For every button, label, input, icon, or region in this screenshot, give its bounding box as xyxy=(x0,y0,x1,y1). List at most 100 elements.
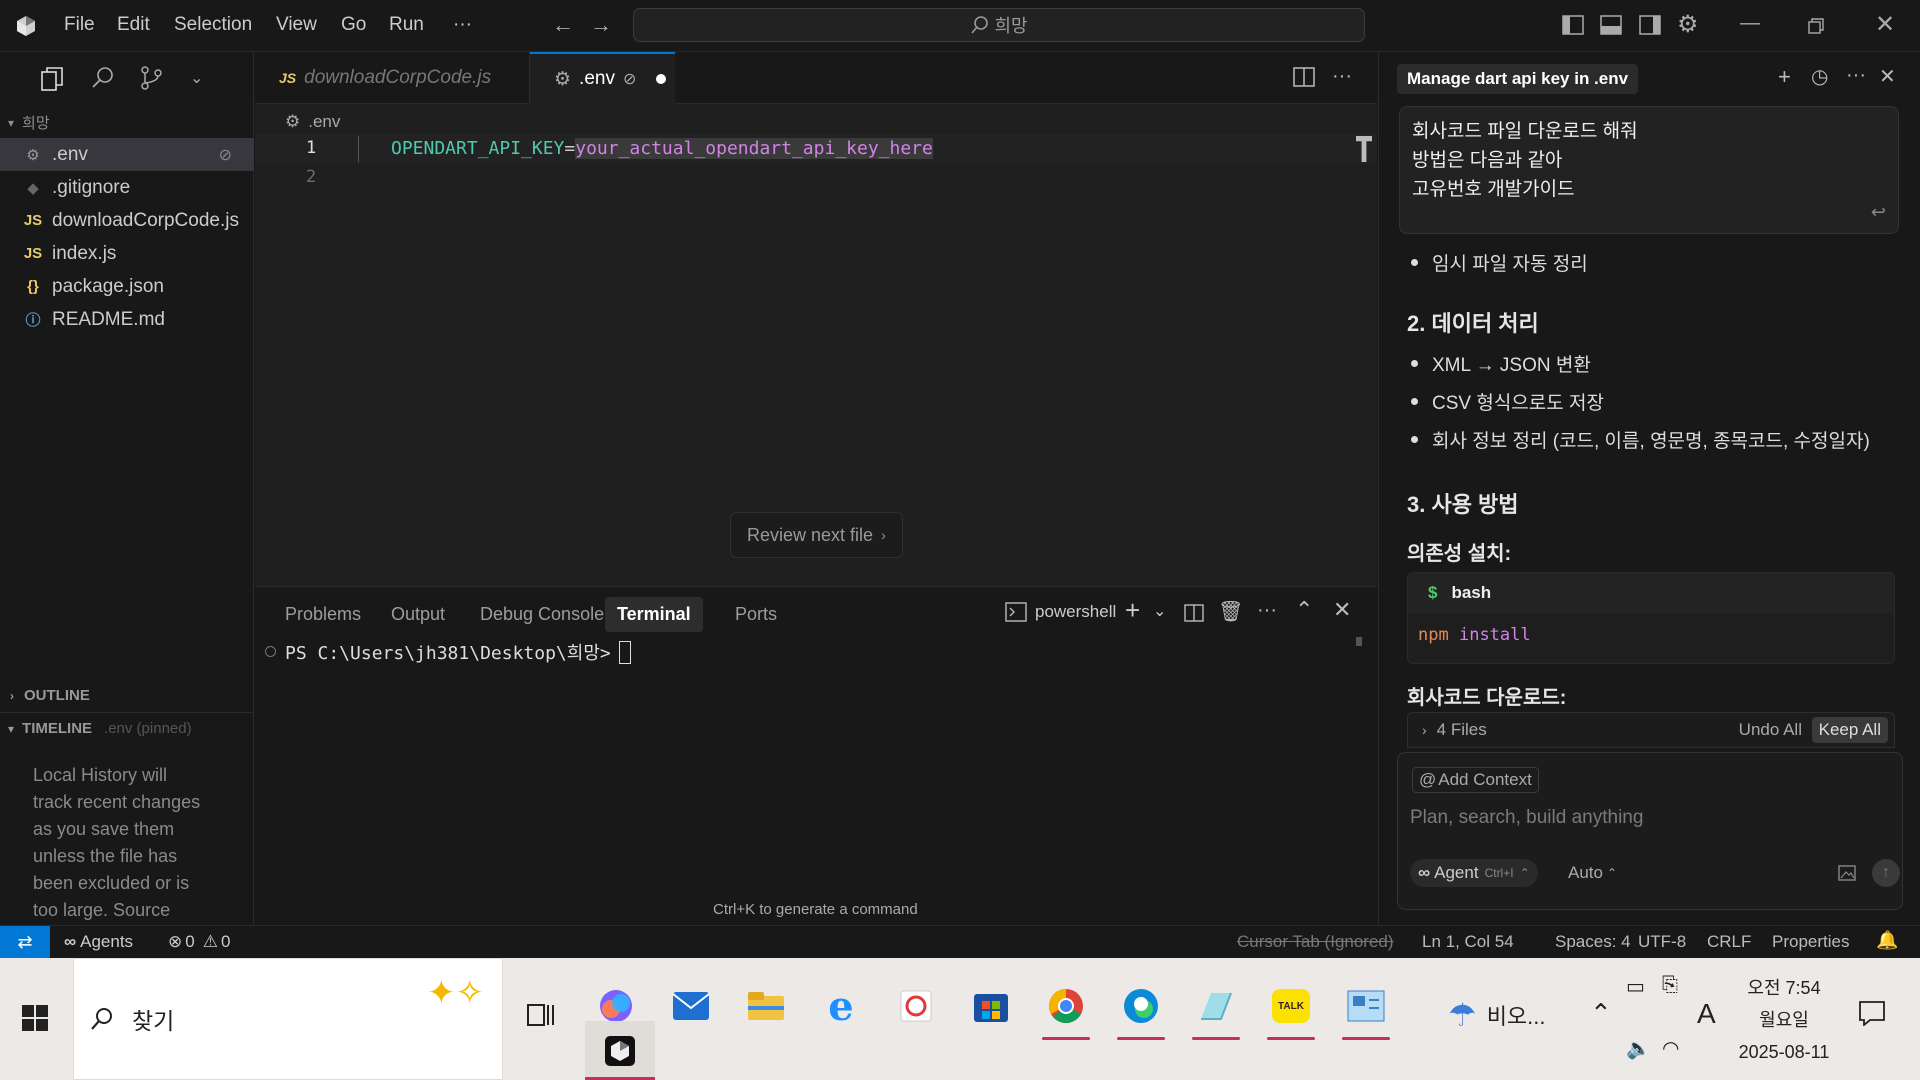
windows-start-icon[interactable] xyxy=(22,1005,48,1031)
search-view-icon[interactable] xyxy=(91,66,115,90)
cursor-position[interactable]: Ln 1, Col 54 xyxy=(1422,932,1514,952)
source-control-icon[interactable] xyxy=(139,65,163,91)
device-icon[interactable]: ⎘ xyxy=(1662,974,1678,997)
tab-ports[interactable]: Ports xyxy=(735,604,777,625)
tab-env[interactable]: ⚙ .env ⊘ xyxy=(530,52,675,104)
split-terminal-icon[interactable] xyxy=(1184,604,1204,622)
nav-forward-icon[interactable]: → xyxy=(590,12,612,38)
cursor-tab-status[interactable]: Cursor Tab (Ignored) xyxy=(1237,932,1394,952)
outline-section[interactable]: › OUTLINE xyxy=(10,687,90,704)
agents-status[interactable]: ∞ Agents xyxy=(64,932,133,952)
history-icon[interactable]: ◷ xyxy=(1811,64,1828,89)
toggle-sidebar-icon[interactable] xyxy=(1562,15,1584,35)
weather-widget[interactable]: ☂ 비오... xyxy=(1448,996,1546,1034)
restore-icon[interactable] xyxy=(1808,18,1824,34)
more-actions-icon[interactable]: ··· xyxy=(1257,599,1277,622)
terminal-scrollbar[interactable] xyxy=(1356,637,1362,646)
model-selector[interactable]: Auto ⌃ xyxy=(1568,863,1617,883)
chevron-down-icon[interactable]: ⌄ xyxy=(1153,601,1166,621)
internet-explorer-icon[interactable]: e xyxy=(809,974,873,1038)
new-chat-icon[interactable]: + xyxy=(1778,64,1791,90)
command-search[interactable]: 희망 xyxy=(633,8,1365,42)
cursor-app-icon[interactable] xyxy=(585,1021,655,1080)
terminal-prompt[interactable]: PS C:\Users\jh381\Desktop\희망> xyxy=(285,639,631,665)
ms-store-icon[interactable] xyxy=(959,974,1023,1038)
settings-gear-icon[interactable]: ⚙ xyxy=(1677,10,1699,39)
code-line-1[interactable]: OPENDART_API_KEY = your_actual_opendart_ap… xyxy=(391,138,933,159)
breadcrumb[interactable]: ⚙ .env xyxy=(285,112,340,132)
agent-mode-selector[interactable]: ∞ Agent Ctrl+I ⌃ xyxy=(1410,859,1538,887)
notification-icon[interactable] xyxy=(1858,1000,1886,1026)
indentation-status[interactable]: Spaces: 4 xyxy=(1555,932,1631,952)
add-context-button[interactable]: @ Add Context xyxy=(1412,767,1539,793)
notepad-app-icon[interactable] xyxy=(1184,974,1248,1040)
unsaved-dot-icon[interactable] xyxy=(656,74,667,84)
chrome-app-icon[interactable] xyxy=(1034,974,1098,1040)
chevron-down-icon[interactable]: ⌄ xyxy=(190,68,203,88)
trash-icon[interactable]: 🗑 xyxy=(1218,599,1243,624)
menu-selection[interactable]: Selection xyxy=(174,14,252,36)
user-message[interactable]: 회사코드 파일 다운로드 해줘 방법은 다음과 같아 고유번호 개발가이드 ↩ xyxy=(1399,106,1899,234)
close-panel-icon[interactable]: ✕ xyxy=(1333,597,1351,623)
bell-icon[interactable]: 🔔 xyxy=(1876,930,1898,951)
wifi-icon[interactable]: ◠ xyxy=(1662,1036,1679,1061)
close-chat-icon[interactable]: ✕ xyxy=(1879,64,1896,89)
tab-terminal[interactable]: Terminal xyxy=(605,597,703,632)
file-index[interactable]: JS index.js xyxy=(0,237,254,270)
maximize-panel-icon[interactable]: ⌃ xyxy=(1295,597,1313,623)
menu-run[interactable]: Run xyxy=(389,14,424,36)
file-readme[interactable]: ⓘ README.md xyxy=(0,303,254,336)
language-status[interactable]: Properties xyxy=(1772,932,1849,952)
send-button[interactable]: ↑ xyxy=(1872,859,1900,887)
code-block[interactable]: $ bash npm install xyxy=(1407,572,1895,664)
clock[interactable]: 오전 7:54 월요일 2025-08-11 xyxy=(1736,972,1832,1068)
nav-back-icon[interactable]: ← xyxy=(552,12,574,38)
keep-all-button[interactable]: Keep All xyxy=(1811,717,1888,743)
tab-downloadcorpcode[interactable]: JS downloadCorpCode.js xyxy=(255,52,530,104)
new-terminal-icon[interactable]: + xyxy=(1125,595,1140,626)
ime-indicator[interactable]: A xyxy=(1697,998,1716,1030)
code-editor[interactable]: ⚙ .env 1 2 OPENDART_API_KEY = your_actual_… xyxy=(255,104,1377,586)
undo-all-button[interactable]: Undo All xyxy=(1739,720,1802,740)
toggle-secondary-sidebar-icon[interactable] xyxy=(1639,15,1661,35)
file-gitignore[interactable]: ◆ .gitignore xyxy=(0,171,254,204)
toggle-panel-icon[interactable] xyxy=(1600,15,1622,35)
menu-view[interactable]: View xyxy=(276,14,317,36)
control-panel-icon[interactable] xyxy=(1334,974,1398,1040)
taskbar-search-box[interactable]: 찾기 ✦✧ xyxy=(73,958,503,1080)
encoding-status[interactable]: UTF-8 xyxy=(1638,932,1686,952)
close-window-icon[interactable]: ✕ xyxy=(1875,10,1895,39)
chat-title-tab[interactable]: Manage dart api key in .env xyxy=(1397,64,1639,94)
folder-header[interactable]: ▾ 희망 xyxy=(8,112,50,133)
menu-more[interactable]: ··· xyxy=(453,14,472,36)
file-env[interactable]: ⚙ .env ⊘ xyxy=(0,138,254,171)
battery-icon[interactable]: ▭ xyxy=(1626,974,1645,999)
menu-go[interactable]: Go xyxy=(341,14,366,36)
task-view-icon[interactable] xyxy=(526,1002,556,1028)
sync-app-icon[interactable] xyxy=(884,974,948,1038)
file-package-json[interactable]: {} package.json xyxy=(0,270,254,303)
revert-icon[interactable]: ↩ xyxy=(1871,198,1886,227)
chevron-up-icon[interactable]: ⌃ xyxy=(1590,998,1612,1029)
timeline-section[interactable]: ▾ TIMELINE .env (pinned) xyxy=(8,720,192,737)
split-editor-icon[interactable] xyxy=(1293,67,1315,87)
menu-file[interactable]: File xyxy=(64,14,95,36)
file-downloadcorpcode[interactable]: JS downloadCorpCode.js xyxy=(0,204,254,237)
eol-status[interactable]: CRLF xyxy=(1707,932,1751,952)
changed-files-bar[interactable]: › 4 Files Undo All Keep All xyxy=(1407,712,1895,748)
menu-edit[interactable]: Edit xyxy=(117,14,150,36)
review-next-file-button[interactable]: Review next file › xyxy=(730,512,903,558)
image-attach-icon[interactable] xyxy=(1838,865,1856,881)
speaker-icon[interactable]: 🔈 xyxy=(1626,1036,1651,1061)
problems-status[interactable]: ⊗ 0 ⚠ 0 xyxy=(168,932,230,952)
terminal-shell-selector[interactable]: powershell xyxy=(1005,602,1116,622)
more-actions-icon[interactable]: ··· xyxy=(1846,64,1866,87)
tab-problems[interactable]: Problems xyxy=(285,604,361,625)
more-actions-icon[interactable]: ··· xyxy=(1332,65,1352,88)
edge-app-icon[interactable] xyxy=(1109,974,1173,1040)
chat-input[interactable]: Plan, search, build anything xyxy=(1410,807,1890,829)
explorer-icon[interactable] xyxy=(40,66,64,92)
minimize-icon[interactable]: — xyxy=(1740,12,1760,35)
tab-debug-console[interactable]: Debug Console xyxy=(480,604,604,625)
kakaotalk-app-icon[interactable]: TALK xyxy=(1259,974,1323,1040)
